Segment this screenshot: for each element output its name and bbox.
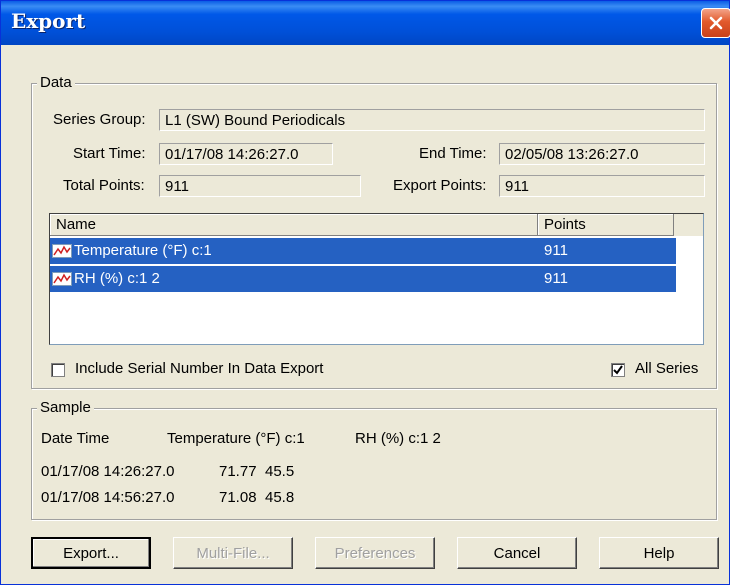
series-list[interactable]: Name Points Temperature (°F) c:1 911 RH … bbox=[49, 213, 704, 345]
help-button[interactable]: Help bbox=[599, 537, 719, 569]
end-time-label: End Time: bbox=[419, 145, 487, 162]
sample-row-rh: 45.8 bbox=[265, 489, 295, 506]
all-series-checkbox[interactable] bbox=[611, 363, 625, 377]
export-points-field: 911 bbox=[499, 175, 705, 197]
sample-row-temperature: 71.77 bbox=[219, 463, 257, 480]
series-line-icon bbox=[52, 272, 72, 290]
preferences-button[interactable]: Preferences bbox=[315, 537, 435, 569]
end-time-field: 02/05/08 13:26:27.0 bbox=[499, 143, 705, 165]
series-group-field: L1 (SW) Bound Periodicals bbox=[159, 109, 705, 131]
column-header-points[interactable]: Points bbox=[538, 214, 674, 236]
sample-group-legend: Sample bbox=[37, 399, 94, 416]
series-group-label: Series Group: bbox=[53, 111, 146, 128]
title-bar[interactable]: Export bbox=[1, 1, 730, 45]
close-button[interactable] bbox=[701, 8, 730, 38]
include-serial-checkbox[interactable] bbox=[51, 363, 65, 377]
sample-header-datetime: Date Time bbox=[41, 430, 110, 447]
all-series-label[interactable]: All Series bbox=[635, 360, 698, 377]
start-time-field: 01/17/08 14:26:27.0 bbox=[159, 143, 333, 165]
sample-row-rh: 45.5 bbox=[265, 463, 295, 480]
list-item[interactable]: Temperature (°F) c:1 911 bbox=[50, 238, 676, 264]
window-title: Export bbox=[11, 9, 86, 33]
multi-file-button[interactable]: Multi-File... bbox=[173, 537, 293, 569]
include-serial-label[interactable]: Include Serial Number In Data Export bbox=[75, 360, 323, 377]
list-item[interactable]: RH (%) c:1 2 911 bbox=[50, 266, 676, 292]
export-dialog: Export Data Series Group: L1 (SW) Bound … bbox=[0, 0, 730, 585]
column-header-name[interactable]: Name bbox=[50, 214, 538, 236]
series-line-icon bbox=[52, 244, 72, 262]
export-points-label: Export Points: bbox=[393, 177, 487, 194]
close-icon bbox=[709, 16, 723, 30]
checkmark-icon bbox=[613, 365, 623, 375]
sample-row-datetime: 01/17/08 14:26:27.0 bbox=[41, 463, 175, 480]
total-points-label: Total Points: bbox=[63, 177, 145, 194]
cancel-button[interactable]: Cancel bbox=[457, 537, 577, 569]
sample-header-temperature: Temperature (°F) c:1 bbox=[167, 430, 305, 447]
sample-header-rh: RH (%) c:1 2 bbox=[355, 430, 441, 447]
total-points-field: 911 bbox=[159, 175, 361, 197]
sample-row-datetime: 01/17/08 14:56:27.0 bbox=[41, 489, 175, 506]
sample-row-temperature: 71.08 bbox=[219, 489, 257, 506]
export-button[interactable]: Export... bbox=[31, 537, 151, 569]
series-points: 911 bbox=[544, 242, 568, 259]
series-points: 911 bbox=[544, 270, 568, 287]
start-time-label: Start Time: bbox=[73, 145, 146, 162]
series-name: Temperature (°F) c:1 bbox=[74, 242, 212, 259]
series-name: RH (%) c:1 2 bbox=[74, 270, 160, 287]
data-group-legend: Data bbox=[37, 74, 75, 91]
series-list-header: Name Points bbox=[50, 214, 703, 236]
